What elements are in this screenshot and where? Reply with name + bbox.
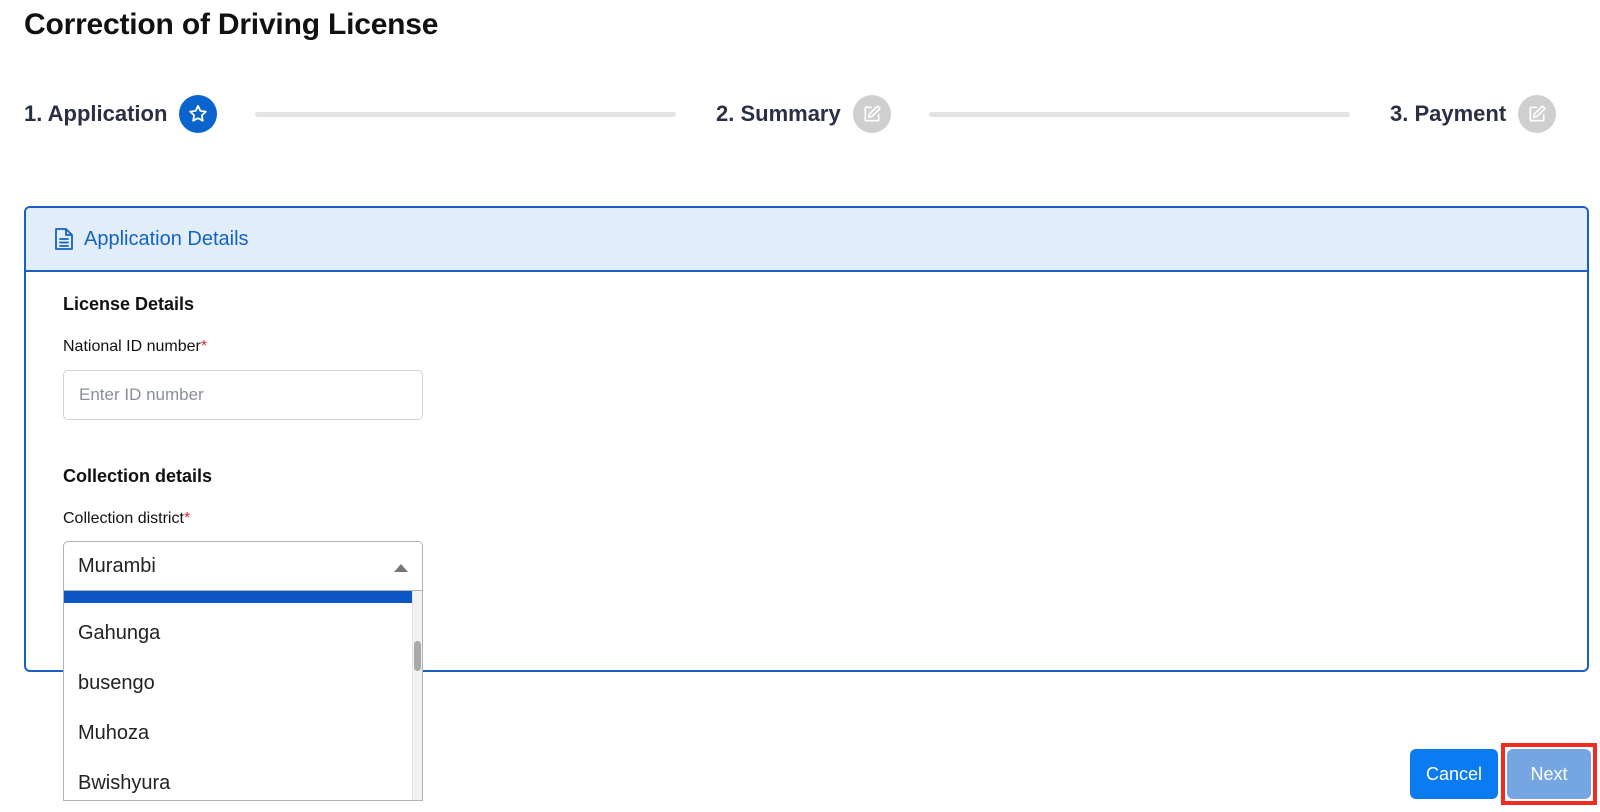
edit-icon <box>1518 95 1557 133</box>
district-option-bwishyura[interactable]: Bwishyura <box>64 758 414 800</box>
license-details-title: License Details <box>63 294 195 314</box>
step-payment-label: 3. Payment <box>1390 101 1507 126</box>
progress-stepper: 1. Application 2. Summary 3. Payment <box>24 94 1589 134</box>
card-title: Application Details <box>84 227 249 250</box>
star-icon <box>179 95 218 133</box>
document-icon <box>54 227 74 251</box>
national-id-input[interactable] <box>63 370 423 420</box>
collection-district-label-text: Collection district <box>63 510 184 527</box>
step-application-label: 1. Application <box>24 101 168 126</box>
step-summary[interactable]: 2. Summary <box>716 94 891 134</box>
national-id-label-text: National ID number <box>63 338 201 355</box>
scrollbar-thumb[interactable] <box>414 641 421 671</box>
collection-district-value: Murambi <box>78 554 156 577</box>
district-option-busengo[interactable]: busengo <box>64 658 414 708</box>
collection-district-label: Collection district* <box>63 510 190 528</box>
edit-icon <box>852 95 891 133</box>
next-button[interactable]: Next <box>1507 749 1591 799</box>
caret-up-icon[interactable] <box>394 564 408 572</box>
required-mark: * <box>183 510 191 527</box>
step-application[interactable]: 1. Application <box>24 94 218 134</box>
highlighted-option[interactable] <box>64 591 417 603</box>
collection-district-select[interactable]: Murambi <box>63 541 423 591</box>
step-connector-2 <box>929 112 1350 117</box>
collection-district-dropdown[interactable]: Gahunga busengo Muhoza Bwishyura <box>63 591 423 801</box>
district-option-muhoza[interactable]: Muhoza <box>64 708 414 758</box>
required-mark: * <box>200 338 208 355</box>
step-summary-label: 2. Summary <box>716 101 841 126</box>
card-header: Application Details <box>26 208 1587 272</box>
page-title: Correction of Driving License <box>24 8 439 41</box>
dropdown-scrollbar[interactable] <box>412 591 422 800</box>
district-option-gahunga[interactable]: Gahunga <box>64 608 414 658</box>
cancel-button[interactable]: Cancel <box>1410 749 1498 799</box>
step-payment[interactable]: 3. Payment <box>1390 94 1557 134</box>
step-connector-1 <box>255 112 676 117</box>
national-id-label: National ID number* <box>63 338 207 356</box>
collection-details-title: Collection details <box>63 466 213 486</box>
